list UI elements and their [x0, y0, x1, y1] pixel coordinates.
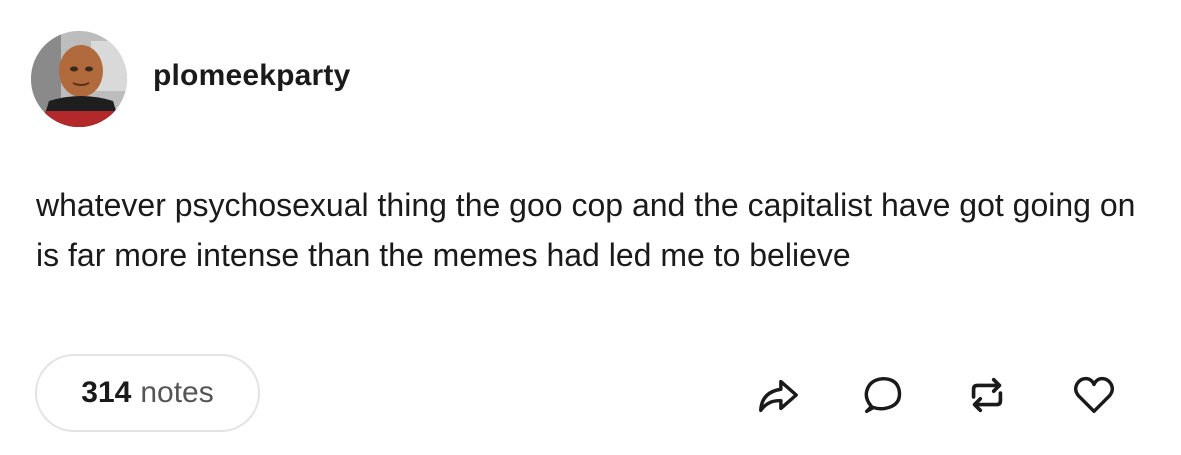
post-card: plomeekparty whatever psychosexual thing…: [0, 0, 1181, 455]
notes-count: 314: [81, 376, 132, 409]
notes-button[interactable]: 314 notes: [35, 354, 260, 432]
reply-icon: [864, 376, 902, 414]
notes-label: notes: [140, 376, 214, 409]
avatar-image: [31, 31, 127, 127]
like-button[interactable]: [1066, 368, 1122, 422]
share-button[interactable]: [750, 368, 806, 422]
reply-button[interactable]: [855, 368, 911, 422]
reblog-button[interactable]: [959, 368, 1015, 422]
post-body-text: whatever psychosexual thing the goo cop …: [36, 187, 1136, 273]
avatar[interactable]: [31, 31, 127, 127]
like-heart-icon: [1073, 376, 1115, 414]
reblog-icon: [971, 377, 1003, 413]
post-username[interactable]: plomeekparty: [153, 59, 350, 93]
share-icon: [759, 379, 798, 413]
